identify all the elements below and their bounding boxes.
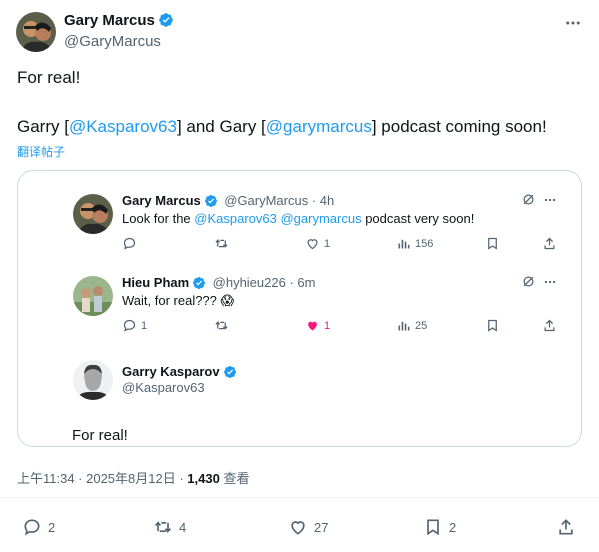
thread-post-text: For real! bbox=[72, 427, 128, 444]
bookmark-count: 2 bbox=[449, 519, 457, 535]
like-button[interactable]: 1 bbox=[305, 236, 330, 251]
reply-icon bbox=[24, 519, 40, 536]
repost-count: 4 bbox=[179, 519, 187, 535]
thread-author-handle[interactable]: @GaryMarcus · 4h bbox=[224, 193, 334, 208]
post-text-segment: podcast very soon! bbox=[361, 211, 475, 226]
repost-icon bbox=[215, 238, 228, 249]
thread-avatar[interactable] bbox=[73, 194, 113, 234]
translate-post-link[interactable]: 翻译帖子 bbox=[17, 143, 65, 160]
grok-icon[interactable] bbox=[521, 192, 536, 207]
reply-icon bbox=[123, 319, 136, 332]
share-icon bbox=[559, 519, 573, 535]
thread-post-text: Wait, for real??? 😱 bbox=[122, 293, 235, 308]
like-button[interactable]: 1 bbox=[305, 318, 330, 333]
reply-count: 1 bbox=[141, 319, 148, 332]
verified-badge-icon bbox=[159, 13, 173, 27]
tweet-line-1: For real! bbox=[17, 68, 81, 87]
reply-button[interactable] bbox=[122, 236, 137, 251]
repost-icon bbox=[154, 520, 172, 534]
tweet-line-2: Garry [@Kasparov63] and Gary [@garymarcu… bbox=[17, 115, 547, 139]
tweet-text-segment: ] podcast coming soon! bbox=[371, 117, 547, 136]
share-button[interactable] bbox=[556, 517, 576, 537]
bookmark-button[interactable] bbox=[485, 236, 500, 251]
tweet-text-segment: ] and Gary [ bbox=[176, 117, 266, 136]
views-button[interactable]: 25 bbox=[396, 318, 427, 333]
share-button[interactable] bbox=[542, 236, 557, 251]
mention-link[interactable]: @Kasparov63 bbox=[69, 117, 177, 136]
more-options-icon[interactable] bbox=[543, 193, 557, 207]
thread-author-name[interactable]: Hieu Pham bbox=[122, 275, 189, 290]
reply-count: 2 bbox=[48, 519, 56, 535]
more-options-icon[interactable] bbox=[543, 275, 557, 289]
verified-badge-icon bbox=[223, 366, 236, 378]
divider bbox=[0, 497, 599, 498]
thread-author-name[interactable]: Garry Kasparov bbox=[122, 364, 220, 379]
share-button[interactable] bbox=[542, 318, 557, 333]
views-count: 1,430 bbox=[187, 471, 220, 486]
thread-author-handle[interactable]: @Kasparov63 bbox=[122, 380, 205, 395]
bookmark-icon bbox=[427, 519, 439, 536]
heart-filled-icon bbox=[308, 321, 317, 331]
thread-author-handle[interactable]: @hyhieu226 · 6m bbox=[213, 275, 316, 290]
reply-button[interactable]: 1 bbox=[122, 318, 147, 333]
thread-author-name[interactable]: Gary Marcus bbox=[122, 193, 201, 208]
reply-button[interactable]: 2 bbox=[22, 517, 55, 537]
author-avatar[interactable] bbox=[16, 12, 56, 52]
verified-badge-icon bbox=[204, 195, 217, 207]
repost-button[interactable] bbox=[214, 236, 229, 251]
heart-icon bbox=[307, 239, 318, 250]
bookmark-icon bbox=[488, 237, 497, 250]
author-name[interactable]: Gary Marcus bbox=[64, 12, 155, 29]
quoted-thread-card[interactable]: Gary Marcus @GaryMarcus · 4h Look for th… bbox=[17, 170, 582, 447]
views-count: 156 bbox=[415, 237, 434, 250]
timestamp[interactable]: 上午11:34 · 2025年8月12日 · bbox=[17, 471, 187, 486]
repost-icon bbox=[215, 320, 228, 331]
like-count: 27 bbox=[314, 519, 329, 535]
thread-post-text: Look for the @Kasparov63 @garymarcus pod… bbox=[122, 211, 474, 226]
repost-button[interactable] bbox=[214, 318, 229, 333]
thread-avatar[interactable] bbox=[73, 360, 113, 400]
thread-avatar[interactable] bbox=[73, 276, 113, 316]
mention-link[interactable]: @Kasparov63 bbox=[194, 211, 277, 226]
bookmark-button[interactable] bbox=[485, 318, 500, 333]
grok-icon[interactable] bbox=[521, 274, 536, 289]
like-count: 1 bbox=[324, 237, 331, 250]
verified-badge-icon bbox=[193, 277, 206, 289]
reply-icon bbox=[123, 237, 136, 250]
heart-icon bbox=[291, 521, 305, 535]
views-count: 25 bbox=[415, 319, 428, 332]
like-count: 1 bbox=[324, 319, 331, 332]
views-icon bbox=[398, 321, 410, 331]
views-label: 查看 bbox=[219, 471, 250, 486]
like-button[interactable]: 27 bbox=[288, 517, 328, 537]
share-icon bbox=[544, 237, 555, 250]
views-button[interactable]: 156 bbox=[396, 236, 433, 251]
bookmark-button[interactable]: 2 bbox=[423, 517, 456, 537]
mention-link[interactable]: @garymarcus bbox=[280, 211, 361, 226]
share-icon bbox=[544, 319, 555, 332]
tweet-text-segment: Garry [ bbox=[17, 117, 69, 136]
author-handle[interactable]: @GaryMarcus bbox=[64, 33, 161, 50]
bookmark-icon bbox=[488, 319, 497, 332]
tweet-meta: 上午11:34 · 2025年8月12日 · 1,430 查看 bbox=[17, 468, 249, 487]
views-icon bbox=[398, 239, 410, 249]
repost-button[interactable]: 4 bbox=[153, 517, 186, 537]
mention-link[interactable]: @garymarcus bbox=[266, 117, 372, 136]
more-options-icon[interactable] bbox=[564, 14, 582, 32]
post-text-segment: Look for the bbox=[122, 211, 195, 226]
